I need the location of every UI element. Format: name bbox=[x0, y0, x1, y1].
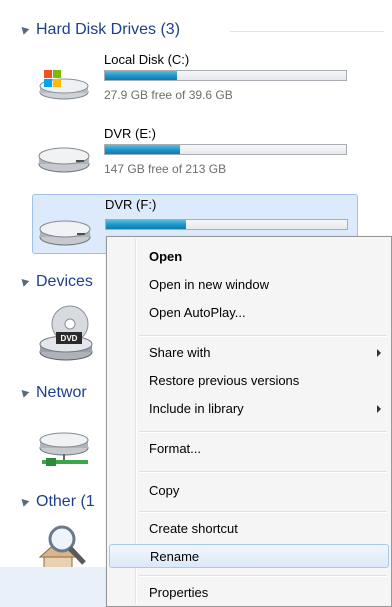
submenu-arrow-icon bbox=[377, 349, 381, 357]
menu-item-label: Copy bbox=[149, 483, 180, 498]
menu-item-share-with[interactable]: Share with bbox=[109, 341, 389, 365]
menu-separator bbox=[139, 431, 387, 433]
selection-strip bbox=[0, 567, 106, 607]
menu-separator bbox=[139, 511, 387, 513]
capacity-bar bbox=[105, 219, 348, 230]
drive-free-space: 147 GB free of 213 GB bbox=[104, 162, 227, 176]
menu-separator bbox=[139, 471, 387, 473]
drive-item-c[interactable]: Local Disk (C:) 27.9 GB free of 39.6 GB bbox=[32, 50, 358, 112]
collapse-triangle-icon[interactable] bbox=[18, 24, 30, 35]
menu-item-restore-previous-versions[interactable]: Restore previous versions bbox=[109, 369, 389, 393]
hard-drive-icon bbox=[39, 220, 91, 246]
drive-name: DVR (E:) bbox=[104, 126, 156, 141]
collapse-triangle-icon[interactable] bbox=[18, 276, 30, 287]
menu-item-label: Rename bbox=[150, 549, 200, 564]
group-label: Devices bbox=[36, 273, 93, 290]
drive-free-space: 27.9 GB free of 39.6 GB bbox=[104, 88, 233, 102]
drive-name: Local Disk (C:) bbox=[104, 52, 190, 67]
menu-item-properties[interactable]: Properties bbox=[109, 581, 389, 605]
menu-separator bbox=[139, 575, 387, 577]
menu-item-label: Restore previous versions bbox=[149, 373, 300, 388]
dvd-label: DVD bbox=[61, 334, 78, 343]
menu-item-open-autoplay[interactable]: Open AutoPlay... bbox=[109, 301, 389, 325]
group-label: Other (1 bbox=[36, 493, 95, 510]
menu-item-label: Share with bbox=[149, 345, 211, 360]
menu-item-label: Open AutoPlay... bbox=[149, 305, 246, 320]
group-header-hard-disks[interactable]: Hard Disk Drives (3) bbox=[0, 20, 392, 42]
dvd-drive-icon[interactable]: DVD bbox=[36, 302, 98, 364]
menu-item-label: Open bbox=[149, 249, 183, 264]
drive-name: DVR (F:) bbox=[105, 197, 157, 212]
drive-item-e[interactable]: DVR (E:) 147 GB free of 213 GB bbox=[32, 124, 358, 186]
menu-item-label: Include in library bbox=[149, 401, 244, 416]
menu-item-label: Properties bbox=[149, 585, 209, 600]
menu-item-open[interactable]: Open bbox=[109, 245, 389, 269]
submenu-arrow-icon bbox=[377, 405, 381, 413]
windows-drive-icon bbox=[39, 70, 89, 100]
capacity-bar bbox=[104, 144, 347, 155]
context-menu: Open Open in new window Open AutoPlay...… bbox=[106, 236, 392, 607]
search-house-icon[interactable] bbox=[34, 523, 100, 573]
group-label: Hard Disk Drives (3) bbox=[36, 21, 181, 38]
collapse-triangle-icon[interactable] bbox=[18, 496, 30, 507]
menu-item-open-new-window[interactable]: Open in new window bbox=[109, 273, 389, 297]
menu-item-label: Create shortcut bbox=[149, 521, 238, 536]
menu-item-label: Format... bbox=[149, 441, 202, 456]
collapse-triangle-icon[interactable] bbox=[18, 387, 30, 398]
divider bbox=[230, 31, 384, 32]
hard-drive-icon bbox=[38, 147, 90, 173]
capacity-bar bbox=[104, 70, 347, 81]
menu-item-format[interactable]: Format... bbox=[109, 437, 389, 461]
menu-item-include-in-library[interactable]: Include in library bbox=[109, 397, 389, 421]
menu-item-create-shortcut[interactable]: Create shortcut bbox=[109, 517, 389, 541]
network-drive-icon[interactable] bbox=[34, 426, 98, 474]
menu-separator bbox=[139, 335, 387, 337]
menu-item-label: Open in new window bbox=[149, 277, 269, 292]
group-label: Networ bbox=[36, 384, 87, 401]
menu-item-rename[interactable]: Rename bbox=[109, 544, 389, 568]
menu-item-copy[interactable]: Copy bbox=[109, 479, 389, 503]
